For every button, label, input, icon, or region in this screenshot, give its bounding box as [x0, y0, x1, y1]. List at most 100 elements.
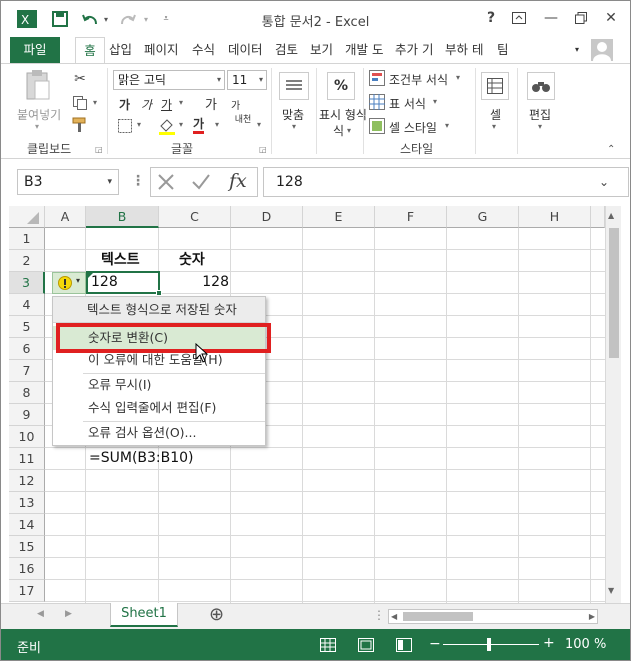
conditional-dropdown-icon[interactable]: ▾ [456, 73, 460, 82]
paste-icon[interactable] [17, 68, 57, 102]
page-break-view-icon[interactable] [396, 638, 412, 655]
sheet-tab-sheet1[interactable]: Sheet1 [110, 603, 178, 627]
tab-view[interactable]: 보기 [306, 39, 337, 61]
border-dropdown-icon[interactable]: ▾ [137, 120, 141, 129]
cells-icon[interactable] [481, 72, 509, 100]
font-launcher-icon[interactable]: ◲ [259, 145, 267, 154]
row-header-10[interactable]: 10 [9, 426, 45, 448]
hscroll-thumb[interactable] [403, 612, 473, 621]
tab-split-icon[interactable]: ⋮ [373, 608, 385, 622]
row-header-4[interactable]: 4 [9, 294, 45, 316]
column-header-b[interactable]: B [86, 206, 159, 228]
zoom-in-icon[interactable]: + [543, 635, 555, 651]
font-size-select[interactable]: 11 ▾ [227, 70, 267, 90]
column-header-c[interactable]: C [159, 206, 231, 228]
font-color-button[interactable]: 가 [193, 117, 205, 134]
cell-style-icon[interactable] [369, 118, 385, 134]
page-layout-view-icon[interactable] [358, 638, 374, 655]
row-header-9[interactable]: 9 [9, 404, 45, 426]
menu-item-edit-in-formula-bar[interactable]: 수식 입력줄에서 편집(F) [53, 396, 265, 420]
underline-button[interactable]: 가 [161, 96, 172, 113]
column-header-d[interactable]: D [231, 206, 303, 228]
help-button[interactable]: ? [477, 7, 505, 29]
number-format-label-2[interactable]: 식 [333, 122, 344, 139]
avatar[interactable] [591, 39, 613, 61]
cell-style-button[interactable]: 셀 스타일 [389, 119, 437, 136]
paste-dropdown-icon[interactable]: ▾ [35, 122, 39, 131]
copy-icon[interactable] [69, 94, 91, 112]
zoom-out-icon[interactable]: − [429, 636, 441, 652]
editing-label[interactable]: 편집 [529, 106, 551, 123]
tab-formulas[interactable]: 수식 [188, 39, 219, 61]
phonetic-dropdown-icon[interactable]: ▾ [257, 120, 261, 129]
row-header-1[interactable]: 1 [9, 228, 45, 250]
row-header-2[interactable]: 2 [9, 250, 45, 272]
tab-insert[interactable]: 삽입 [105, 39, 136, 61]
row-header-13[interactable]: 13 [9, 492, 45, 514]
zoom-slider-track[interactable] [443, 644, 539, 645]
minimize-button[interactable]: — [537, 7, 565, 29]
formula-input[interactable]: 128 [263, 167, 629, 197]
tab-home[interactable]: 홈 [75, 37, 105, 64]
cell-b2[interactable]: 텍스트 [101, 250, 140, 271]
tab-load-test[interactable]: 부하 테 [441, 39, 487, 61]
alignment-dropdown-icon[interactable]: ▾ [292, 122, 296, 131]
table-dropdown-icon[interactable]: ▾ [433, 97, 437, 106]
scroll-up-icon[interactable]: ▲ [608, 211, 614, 220]
number-dropdown-icon[interactable]: ▾ [347, 126, 351, 135]
normal-view-icon[interactable] [320, 638, 336, 655]
vertical-scrollbar[interactable]: ▲ ▼ [605, 206, 621, 603]
scroll-down-icon[interactable]: ▼ [608, 586, 614, 595]
column-header-i[interactable] [591, 206, 605, 228]
table-format-icon[interactable] [369, 94, 385, 110]
column-header-f[interactable]: F [375, 206, 447, 228]
alignment-label[interactable]: 맞춤 [282, 106, 304, 123]
tab-addins[interactable]: 추가 기 [391, 39, 437, 61]
menu-item-ignore[interactable]: 오류 무시(I) [53, 373, 265, 397]
cell-b3[interactable]: 128 [91, 272, 118, 293]
cancel-icon[interactable] [157, 173, 175, 194]
more-options-icon[interactable]: ⋮ [131, 173, 145, 189]
underline-dropdown-icon[interactable]: ▾ [179, 98, 183, 107]
scroll-right-icon[interactable]: ▶ [589, 612, 595, 621]
tab-developer[interactable]: 개발 도 [341, 39, 387, 61]
row-header-11[interactable]: 11 [9, 448, 45, 470]
row-header-12[interactable]: 12 [9, 470, 45, 492]
fill-color-icon[interactable] [157, 116, 177, 136]
tab-team[interactable]: 팀 [493, 39, 513, 61]
enter-icon[interactable] [191, 173, 211, 194]
horizontal-scrollbar[interactable]: ◀ ▶ [388, 609, 598, 624]
tab-file[interactable]: 파일 [10, 37, 60, 63]
collapse-ribbon-icon[interactable]: ⌃ [607, 144, 615, 155]
menu-item-error-options[interactable]: 오류 검사 옵션(O)... [53, 421, 265, 445]
column-header-g[interactable]: G [447, 206, 519, 228]
cells-dropdown-icon[interactable]: ▾ [492, 122, 496, 131]
conditional-format-button[interactable]: 조건부 서식 [389, 71, 448, 88]
row-header-8[interactable]: 8 [9, 382, 45, 404]
cells-label[interactable]: 셀 [490, 106, 501, 123]
next-sheet-icon[interactable]: ▶ [65, 609, 72, 619]
percent-icon[interactable]: % [327, 72, 355, 100]
close-button[interactable]: ✕ [597, 7, 625, 29]
scrollbar-thumb[interactable] [609, 228, 619, 358]
tab-data[interactable]: 데이터 [224, 39, 267, 61]
insert-function-button[interactable]: fx [229, 170, 247, 192]
cell-c3[interactable]: 128 [199, 272, 229, 293]
cell-c2[interactable]: 숫자 [179, 250, 205, 271]
row-header-6[interactable]: 6 [9, 338, 45, 360]
font-name-select[interactable]: 맑은 고딕 ▾ [113, 70, 225, 90]
grow-font-button[interactable]: 가 [205, 94, 217, 113]
cell-b11[interactable]: =SUM(B3:B10) [89, 448, 194, 469]
table-format-button[interactable]: 표 서식 [389, 95, 426, 112]
bold-button[interactable]: 가 [119, 96, 130, 113]
phonetic-button[interactable]: 내천 [233, 116, 253, 125]
paste-label[interactable]: 붙여넣기 [17, 106, 61, 123]
italic-button[interactable]: 가 [141, 96, 152, 113]
shrink-font-button[interactable]: 가 [231, 97, 240, 112]
cell-style-dropdown-icon[interactable]: ▾ [445, 121, 449, 130]
alignment-icon[interactable] [279, 72, 309, 100]
restore-icon[interactable] [567, 7, 595, 29]
ribbon-display-icon[interactable] [505, 7, 533, 29]
row-header-17[interactable]: 17 [9, 580, 45, 602]
add-sheet-button[interactable]: ⊕ [209, 605, 224, 625]
